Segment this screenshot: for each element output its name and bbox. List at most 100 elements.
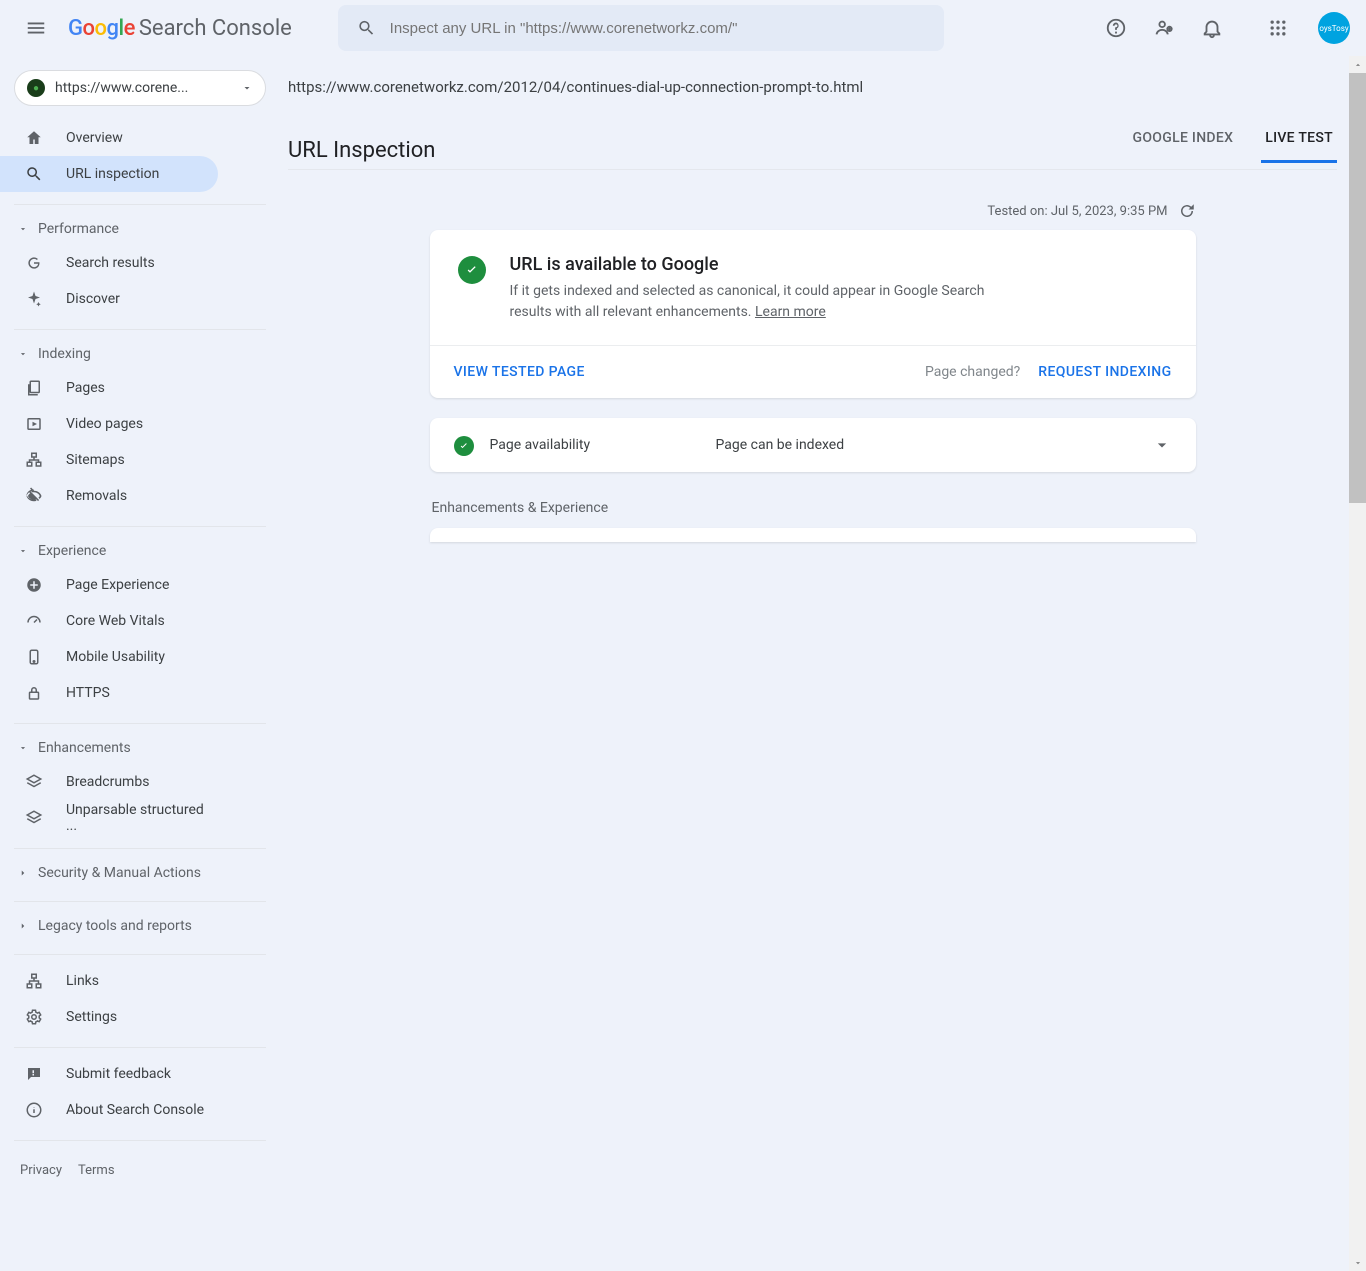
expand-button[interactable]	[1152, 435, 1172, 455]
status-card-actions: VIEW TESTED PAGE Page changed? REQUEST I…	[430, 346, 1196, 398]
scroll-up-button[interactable]	[1349, 56, 1366, 73]
sidebar-item-settings[interactable]: Settings	[0, 999, 218, 1035]
sidebar-item-label: Overview	[66, 130, 123, 146]
search-icon	[357, 18, 376, 38]
sidebar-group-experience[interactable]: Experience	[0, 535, 280, 567]
sidebar-item-label: URL inspection	[66, 166, 159, 182]
scroll-down-button[interactable]	[1349, 1254, 1366, 1271]
chevron-down-icon	[18, 743, 28, 753]
tested-on-label: Tested on: Jul 5, 2023, 9:35 PM	[987, 204, 1167, 219]
url-inspect-search	[338, 5, 944, 51]
apps-button[interactable]	[1258, 8, 1298, 48]
sidebar-item-page-experience[interactable]: Page Experience	[0, 567, 218, 603]
product-logo[interactable]: Google Search Console	[68, 16, 292, 41]
pages-icon	[24, 379, 44, 397]
sidebar-item-removals[interactable]: Removals	[0, 478, 218, 514]
inspection-tabs: GOOGLE INDEX LIVE TEST	[1129, 120, 1337, 163]
vertical-scrollbar[interactable]	[1349, 56, 1366, 1271]
status-card-top: URL is available to Google If it gets in…	[430, 230, 1196, 346]
chevron-right-icon	[18, 868, 28, 878]
right-actions: Page changed? REQUEST INDEXING	[925, 364, 1172, 380]
tab-live-test[interactable]: LIVE TEST	[1261, 120, 1337, 163]
refresh-button[interactable]	[1178, 202, 1196, 220]
sidebar-item-search-results[interactable]: Search results	[0, 245, 218, 281]
users-button[interactable]	[1144, 8, 1184, 48]
property-selector[interactable]: ● https://www.corene...	[14, 70, 266, 106]
home-icon	[24, 129, 44, 147]
menu-button[interactable]	[16, 8, 56, 48]
sidebar-item-https[interactable]: HTTPS	[0, 675, 218, 711]
apps-icon	[1268, 18, 1288, 38]
search-box[interactable]	[338, 5, 944, 51]
separator	[14, 723, 266, 724]
sidebar-group-enhancements[interactable]: Enhancements	[0, 732, 280, 764]
scrollbar-thumb[interactable]	[1349, 73, 1366, 503]
chevron-down-icon	[1353, 1258, 1363, 1268]
notifications-button[interactable]	[1192, 8, 1232, 48]
sidebar-item-label: HTTPS	[66, 685, 110, 701]
google-g-icon	[24, 254, 44, 272]
sidebar-item-overview[interactable]: Overview	[0, 120, 218, 156]
chevron-down-icon	[18, 349, 28, 359]
help-button[interactable]	[1096, 8, 1136, 48]
account-avatar[interactable]: oysTosy	[1318, 12, 1350, 44]
property-favicon: ●	[27, 79, 45, 97]
status-title: URL is available to Google	[510, 254, 1010, 275]
separator	[14, 1047, 266, 1048]
lock-icon	[24, 684, 44, 702]
separator	[288, 169, 1337, 170]
page-availability-row[interactable]: Page availability Page can be indexed	[430, 418, 1196, 472]
sidebar-group-performance[interactable]: Performance	[0, 213, 280, 245]
sidebar-item-url-inspection[interactable]: URL inspection	[0, 156, 218, 192]
row-value: Page can be indexed	[716, 437, 845, 453]
request-indexing-button[interactable]: REQUEST INDEXING	[1038, 364, 1171, 380]
property-label: https://www.corene...	[55, 80, 231, 96]
search-input[interactable]	[390, 20, 925, 37]
terms-link[interactable]: Terms	[78, 1163, 115, 1178]
sidebar-item-links[interactable]: Links	[0, 963, 218, 999]
sidebar-item-pages[interactable]: Pages	[0, 370, 218, 406]
users-icon	[1153, 17, 1175, 39]
sidebar-group-legacy[interactable]: Legacy tools and reports	[0, 910, 280, 942]
video-icon	[24, 415, 44, 433]
sidebar-item-feedback[interactable]: Submit feedback	[0, 1056, 218, 1092]
discover-icon	[24, 290, 44, 308]
learn-more-link[interactable]: Learn more	[755, 304, 826, 320]
status-description: If it gets indexed and selected as canon…	[510, 281, 1010, 323]
bell-icon	[1201, 17, 1223, 39]
sidebar-item-label: Discover	[66, 291, 120, 307]
view-tested-page-button[interactable]: VIEW TESTED PAGE	[454, 364, 585, 380]
sidebar-item-label: Breadcrumbs	[66, 774, 149, 790]
separator	[14, 1140, 266, 1141]
sidebar-item-mobile-usability[interactable]: Mobile Usability	[0, 639, 218, 675]
row-key: Page availability	[490, 437, 700, 453]
sidebar-item-sitemaps[interactable]: Sitemaps	[0, 442, 218, 478]
sidebar-item-discover[interactable]: Discover	[0, 281, 218, 317]
sidebar-item-core-web-vitals[interactable]: Core Web Vitals	[0, 603, 218, 639]
plus-circle-icon	[24, 576, 44, 594]
header-actions: oysTosy	[1096, 8, 1350, 48]
sidebar-item-video-pages[interactable]: Video pages	[0, 406, 218, 442]
content: https://www.corenetworkz.com/2012/04/con…	[280, 56, 1366, 1271]
page-changed-label: Page changed?	[925, 364, 1020, 380]
removals-icon	[24, 487, 44, 505]
sidebar-item-unparsable[interactable]: Unparsable structured ...	[0, 800, 218, 836]
sidebar-item-breadcrumbs[interactable]: Breadcrumbs	[0, 764, 218, 800]
separator	[14, 329, 266, 330]
sidebar-item-label: Page Experience	[66, 577, 169, 593]
mobile-icon	[24, 648, 44, 666]
tab-google-index[interactable]: GOOGLE INDEX	[1129, 120, 1238, 163]
chevron-up-icon	[1353, 60, 1363, 70]
privacy-link[interactable]: Privacy	[20, 1163, 62, 1178]
sidebar-group-indexing[interactable]: Indexing	[0, 338, 280, 370]
sidebar-item-about[interactable]: About Search Console	[0, 1092, 218, 1128]
separator	[14, 954, 266, 955]
google-logo: Google	[68, 16, 135, 41]
sidebar: ● https://www.corene... Overview URL ins…	[0, 56, 280, 1271]
sidebar-item-label: Submit feedback	[66, 1066, 171, 1082]
help-icon	[1105, 17, 1127, 39]
sidebar-group-security[interactable]: Security & Manual Actions	[0, 857, 280, 889]
sidebar-item-label: Pages	[66, 380, 105, 396]
page-title: URL Inspection	[288, 138, 435, 163]
chevron-down-icon	[18, 546, 28, 556]
